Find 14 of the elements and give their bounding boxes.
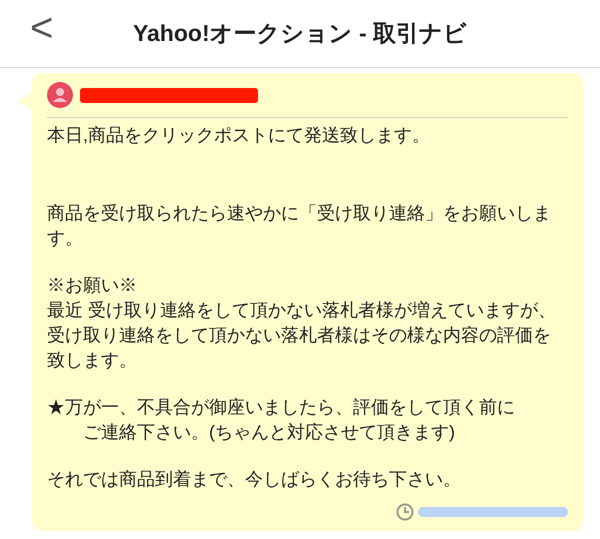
message-text: す。 — [47, 227, 84, 250]
message-text: 致します。 — [47, 349, 138, 372]
window-title: Yahoo!オークション - 取引ナビ — [132, 19, 468, 48]
avatar-icon — [47, 82, 73, 108]
message-text: ご連絡下さい。(ちゃんと対応させて頂きます) — [82, 421, 456, 444]
message-text: 本日,商品をクリックポストにて発送致します。 — [47, 124, 432, 147]
clock-icon — [396, 503, 414, 521]
back-button[interactable]: < — [30, 8, 54, 48]
message-text: 商品を受け取られたら速やかに「受け取り連絡」をお願いしま — [47, 202, 552, 225]
message-text: それでは商品到着まで、今しばらくお待ち下さい。 — [47, 468, 462, 491]
message-text: ★万が一、不具合が御座いましたら、評価をして頂く前に — [47, 396, 516, 419]
message-text: ※お願い※ — [47, 274, 138, 297]
message-text: 受け取り連絡をして頂かない落札者様はその様な内容の評価を — [47, 324, 552, 347]
message-text: 最近 受け取り連絡をして頂かない落札者様が増えていますが、 — [47, 299, 558, 322]
